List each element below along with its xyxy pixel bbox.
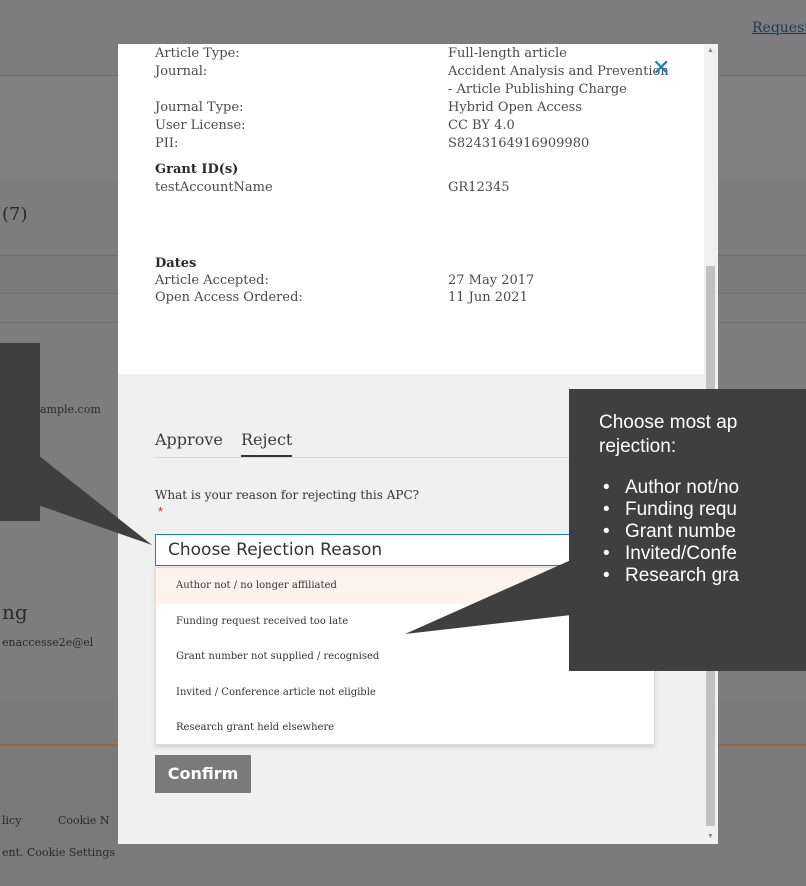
pii-label: PII: (155, 136, 179, 151)
required-marker: * (158, 504, 164, 519)
callout-lead-line: Choose most ap (599, 412, 738, 433)
background-footer-link[interactable]: Cookie N (58, 814, 109, 827)
journal-type-label: Journal Type: (155, 100, 244, 115)
grant-account: testAccountName (155, 180, 273, 195)
journal-type-value: Hybrid Open Access (448, 100, 582, 115)
scroll-up-icon[interactable]: ▲ (706, 46, 715, 56)
oa-ordered-label: Open Access Ordered: (155, 290, 303, 305)
grant-heading: Grant ID(s) (155, 162, 239, 177)
annotation-callout-left (0, 343, 40, 521)
journal-value-line2: - Article Publishing Charge (448, 82, 627, 97)
background-email: ample.com (40, 403, 101, 416)
scroll-down-icon[interactable]: ▼ (706, 832, 715, 842)
callout-lead-line: rejection: (599, 436, 677, 457)
article-type-label: Article Type: (155, 46, 240, 61)
confirm-button[interactable]: Confirm (155, 755, 251, 793)
dates-heading: Dates (155, 256, 197, 271)
background-footer-link[interactable]: licy (2, 814, 21, 827)
background-count: (7) (2, 204, 28, 225)
tab-reject[interactable]: Reject (241, 430, 293, 457)
oa-ordered-value: 11 Jun 2021 (448, 290, 528, 305)
tab-approve[interactable]: Approve (155, 430, 223, 455)
callout-bullet-list: Author not/no Funding requ Grant numbe I… (599, 477, 806, 587)
article-details: Article Type: Full-length article Journa… (118, 44, 704, 374)
journal-value: Accident Analysis and Prevention (448, 64, 669, 79)
background-email-2: enaccesse2e@el (2, 636, 94, 649)
callout-bullet: Funding requ (599, 499, 806, 521)
background-request-link[interactable]: Request (752, 20, 806, 36)
background-footer-text: ent. Cookie Settings (2, 846, 116, 859)
accepted-value: 27 May 2017 (448, 273, 535, 288)
annotation-callout-right: Choose most ap rejection: Author not/no … (569, 389, 806, 671)
journal-label: Journal: (155, 64, 208, 79)
callout-bullet: Invited/Confe (599, 543, 806, 565)
dropdown-option[interactable]: Research grant held elsewhere (156, 710, 654, 746)
pii-value: S8243164916909980 (448, 136, 590, 151)
callout-bullet: Author not/no (599, 477, 806, 499)
user-license-label: User License: (155, 118, 246, 133)
grant-id: GR12345 (448, 180, 510, 195)
article-type-value: Full-length article (448, 46, 567, 61)
callout-bullet: Grant numbe (599, 521, 806, 543)
dropdown-option[interactable]: Invited / Conference article not eligibl… (156, 675, 654, 711)
user-license-value: CC BY 4.0 (448, 118, 515, 133)
accepted-label: Article Accepted: (155, 273, 269, 288)
background-heading: ng (2, 600, 28, 624)
callout-bullet: Research gra (599, 565, 806, 587)
rejection-question: What is your reason for rejecting this A… (155, 488, 420, 502)
close-icon[interactable]: ✕ (652, 58, 670, 80)
